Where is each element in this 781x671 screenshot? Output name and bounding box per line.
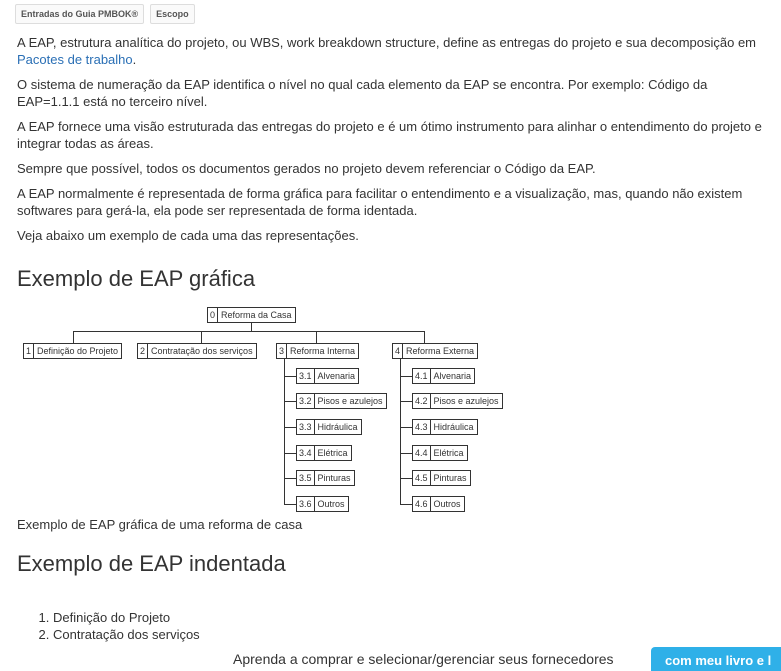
tag-list: Entradas do Guia PMBOK® Escopo — [15, 4, 195, 24]
wbs-node-number: 4.6 — [413, 497, 431, 511]
wbs-node-3-6: 3.6 Outros — [296, 496, 349, 512]
wbs-node-label: Pisos e azulejos — [317, 396, 383, 406]
article-body: A EAP, estrutura analítica do projeto, o… — [17, 34, 767, 252]
wbs-node-label: Reforma da Casa — [221, 310, 292, 320]
paragraph-2: O sistema de numeração da EAP identifica… — [17, 77, 708, 109]
wbs-node-number: 2 — [138, 344, 149, 358]
book-cta-button[interactable]: com meu livro e l — [651, 647, 781, 671]
wbs-node-number: 0 — [208, 308, 219, 322]
wbs-node-3-4: 3.4 Elétrica — [296, 445, 352, 461]
wbs-node-label: Alvenaria — [433, 371, 472, 381]
indented-wbs-list: Definição do Projeto Contratação dos ser… — [35, 609, 200, 643]
wbs-node-number: 3.5 — [297, 471, 315, 485]
wbs-node-3-2: 3.2 Pisos e azulejos — [296, 393, 387, 409]
wbs-node-label: Alvenaria — [317, 371, 356, 381]
paragraph-5: A EAP normalmente é representada de form… — [17, 186, 743, 218]
wbs-node-3-5: 3.5 Pinturas — [296, 470, 355, 486]
paragraph-4: Sempre que possível, todos os documentos… — [17, 161, 596, 176]
wbs-caption: Exemplo de EAP gráfica de uma reforma de… — [17, 517, 303, 532]
wbs-node-number: 4.3 — [413, 420, 431, 434]
wbs-node-number: 4 — [393, 344, 404, 358]
wbs-node-number: 3.1 — [297, 369, 315, 383]
wbs-node-label: Outros — [433, 499, 461, 509]
paragraph-6: Veja abaixo um exemplo de cada uma das r… — [17, 228, 359, 243]
wbs-node-label: Reforma Externa — [406, 346, 475, 356]
wbs-node-number: 3.4 — [297, 446, 315, 460]
wbs-node-4-1: 4.1 Alvenaria — [412, 368, 476, 384]
paragraph-1-text: A EAP, estrutura analítica do projeto, o… — [17, 35, 757, 50]
wbs-node-3-3: 3.3 Hidráulica — [296, 419, 362, 435]
wbs-node-number: 4.5 — [413, 471, 431, 485]
wbs-node-label: Definição do Projeto — [37, 346, 119, 356]
wbs-node-4-4: 4.4 Elétrica — [412, 445, 468, 461]
wbs-node-label: Hidráulica — [433, 422, 474, 432]
wbs-node-number: 3.3 — [297, 420, 315, 434]
heading-indented-wbs: Exemplo de EAP indentada — [17, 551, 286, 576]
wbs-node-root: 0 Reforma da Casa — [207, 307, 296, 323]
wbs-node-1: 1 Definição do Projeto — [23, 343, 123, 359]
wbs-node-number: 3 — [277, 344, 288, 358]
wbs-node-label: Contratação dos serviços — [151, 346, 253, 356]
wbs-node-label: Elétrica — [433, 448, 464, 458]
wbs-node-number: 4.4 — [413, 446, 431, 460]
wbs-node-number: 3.6 — [297, 497, 315, 511]
wbs-node-2: 2 Contratação dos serviços — [137, 343, 257, 359]
wbs-node-3: 3 Reforma Interna — [276, 343, 360, 359]
paragraph-1: A EAP, estrutura analítica do projeto, o… — [17, 34, 767, 68]
list-item: Definição do Projeto — [53, 609, 200, 626]
wbs-node-4-6: 4.6 Outros — [412, 496, 465, 512]
wbs-node-number: 4.1 — [413, 369, 431, 383]
wbs-node-number: 3.2 — [297, 394, 315, 408]
promo-text: Aprenda a comprar e selecionar/gerenciar… — [233, 651, 614, 667]
tag-pmbok-inputs[interactable]: Entradas do Guia PMBOK® — [15, 4, 145, 24]
wbs-node-label: Hidráulica — [317, 422, 358, 432]
wbs-node-label: Elétrica — [317, 448, 348, 458]
wbs-node-4-2: 4.2 Pisos e azulejos — [412, 393, 503, 409]
heading-graphic-wbs: Exemplo de EAP gráfica — [17, 266, 256, 291]
wbs-node-label: Reforma Interna — [290, 346, 356, 356]
wbs-node-label: Outros — [317, 499, 345, 509]
work-packages-link[interactable]: Pacotes de trabalho — [17, 52, 133, 67]
wbs-node-label: Pinturas — [317, 473, 351, 483]
paragraph-1-end: . — [132, 52, 137, 67]
wbs-node-number: 1 — [24, 344, 35, 358]
paragraph-3: A EAP fornece uma visão estruturada das … — [17, 119, 762, 151]
wbs-node-label: Pinturas — [433, 473, 467, 483]
wbs-node-4-5: 4.5 Pinturas — [412, 470, 471, 486]
list-item: Contratação dos serviços — [53, 626, 200, 643]
wbs-node-4: 4 Reforma Externa — [392, 343, 479, 359]
tag-scope[interactable]: Escopo — [150, 4, 195, 24]
wbs-node-4-3: 4.3 Hidráulica — [412, 419, 478, 435]
wbs-node-label: Pisos e azulejos — [433, 396, 499, 406]
wbs-node-number: 4.2 — [413, 394, 431, 408]
wbs-node-3-1: 3.1 Alvenaria — [296, 368, 360, 384]
